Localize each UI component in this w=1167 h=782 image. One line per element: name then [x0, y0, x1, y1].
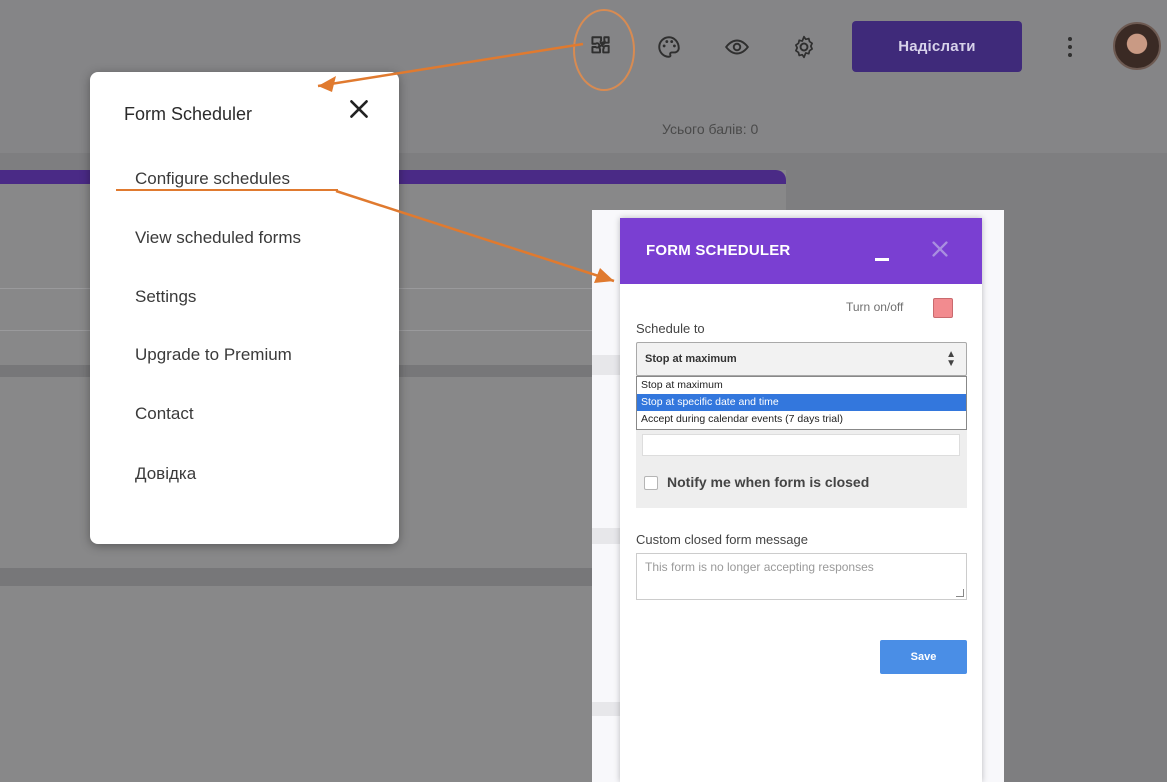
menu-item-settings[interactable]: Settings	[135, 287, 196, 307]
schedule-select-value: Stop at maximum	[645, 353, 737, 365]
option-stop-at-maximum[interactable]: Stop at maximum	[637, 377, 966, 394]
sidebar-stub	[592, 702, 620, 716]
sidebar-stub	[592, 528, 620, 544]
notify-label: Notify me when form is closed	[667, 474, 870, 490]
total-points: Усього балів: 0	[662, 121, 759, 137]
option-accept-during-calendar-events[interactable]: Accept during calendar events (7 days tr…	[637, 411, 966, 428]
avatar[interactable]	[1113, 22, 1161, 70]
option-stop-at-date-time[interactable]: Stop at specific date and time	[637, 394, 966, 411]
puzzle-icon[interactable]	[583, 30, 617, 64]
notify-checkbox[interactable]	[644, 476, 658, 490]
menu-item-contact[interactable]: Contact	[135, 404, 194, 424]
menu-item-upgrade-to-premium[interactable]: Upgrade to Premium	[135, 345, 292, 365]
form-scheduler-dialog: FORM SCHEDULER Turn on/off Schedule to S…	[620, 218, 982, 782]
dialog-title: FORM SCHEDULER	[646, 242, 791, 259]
close-icon[interactable]	[346, 96, 372, 122]
close-icon[interactable]	[929, 238, 951, 260]
eye-icon[interactable]	[720, 30, 754, 64]
turn-on-off-toggle[interactable]	[933, 298, 953, 318]
menu-title: Form Scheduler	[124, 104, 253, 124]
sidebar-stub	[592, 355, 620, 375]
select-arrows-icon: ▲ ▼	[946, 349, 956, 369]
dialog-header: FORM SCHEDULER	[620, 218, 982, 284]
custom-message-label: Custom closed form message	[636, 532, 808, 547]
gear-icon[interactable]	[787, 30, 821, 64]
schedule-value-input[interactable]	[642, 434, 960, 456]
send-button[interactable]: Надіслати	[852, 21, 1022, 72]
schedule-options-list: Stop at maximum Stop at specific date an…	[636, 376, 967, 430]
turn-on-off-label: Turn on/off	[846, 300, 904, 314]
custom-message-placeholder: This form is no longer accepting respons…	[645, 560, 874, 574]
schedule-to-label: Schedule to	[636, 321, 705, 336]
schedule-select[interactable]: Stop at maximum ▲ ▼	[636, 342, 967, 376]
palette-icon[interactable]	[652, 30, 686, 64]
menu-item-configure-schedules[interactable]: Configure schedules	[135, 169, 290, 189]
addon-menu: Form Scheduler Configure schedules View …	[90, 72, 399, 544]
menu-item-view-scheduled-forms[interactable]: View scheduled forms	[135, 228, 301, 248]
save-button[interactable]: Save	[880, 640, 967, 674]
more-options-icon[interactable]	[1058, 30, 1082, 64]
minimize-icon[interactable]	[875, 258, 889, 261]
custom-message-textarea[interactable]: This form is no longer accepting respons…	[636, 553, 967, 600]
resize-grip-icon[interactable]	[956, 589, 964, 597]
schedule-options-panel: Notify me when form is closed	[636, 430, 967, 508]
annotation-underline	[116, 189, 338, 191]
menu-item-help[interactable]: Довідка	[135, 464, 196, 484]
